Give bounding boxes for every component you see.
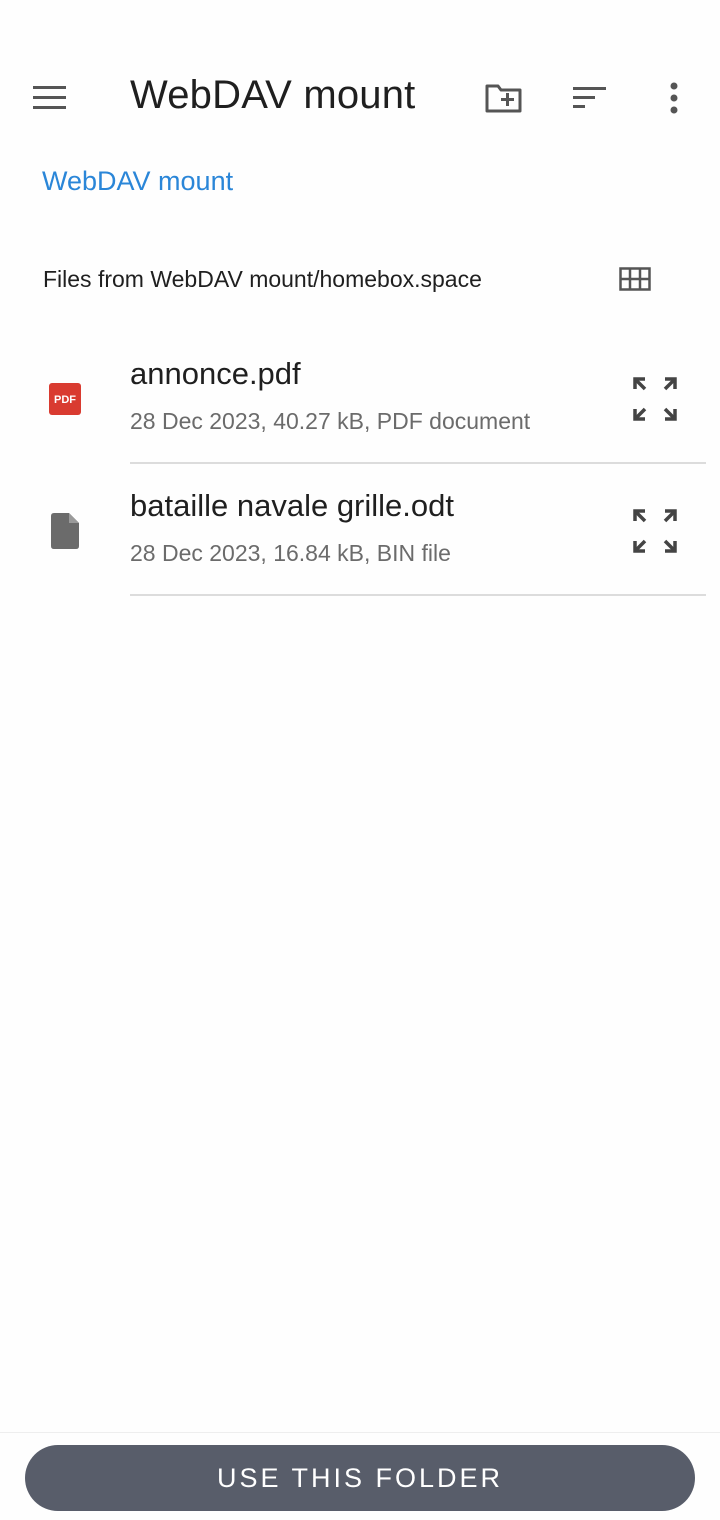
- grid-view-icon: [619, 267, 651, 291]
- create-folder-button[interactable]: [480, 74, 528, 122]
- sort-icon: [573, 87, 606, 108]
- expand-preview-button[interactable]: [628, 504, 682, 558]
- more-options-button[interactable]: [650, 74, 698, 122]
- expand-preview-button[interactable]: [628, 372, 682, 426]
- toolbar: WebDAV mount: [0, 60, 720, 136]
- list-item[interactable]: PDF annonce.pdf 28 Dec 2023, 40.27 kB, P…: [0, 332, 720, 464]
- page-title: WebDAV mount: [130, 73, 416, 117]
- file-name: annonce.pdf: [130, 356, 301, 391]
- file-name: bataille navale grille.odt: [130, 488, 454, 523]
- generic-file-icon: [42, 508, 88, 554]
- svg-text:PDF: PDF: [54, 394, 76, 406]
- create-new-folder-icon: [485, 84, 522, 113]
- more-vertical-icon: [670, 82, 678, 114]
- expand-preview-icon: [633, 377, 677, 421]
- row-divider: [130, 594, 706, 596]
- file-picker-screen: WebDAV mount WebDAV mount Files from Web…: [0, 0, 720, 1520]
- view-toggle-button[interactable]: [612, 256, 658, 302]
- file-list: PDF annonce.pdf 28 Dec 2023, 40.27 kB, P…: [0, 332, 720, 596]
- list-item[interactable]: bataille navale grille.odt 28 Dec 2023, …: [0, 464, 720, 596]
- use-this-folder-button[interactable]: USE THIS FOLDER: [25, 1445, 695, 1511]
- bottom-action-bar: USE THIS FOLDER: [0, 1432, 720, 1520]
- menu-icon: [33, 86, 66, 109]
- section-title: Files from WebDAV mount/homebox.space: [43, 266, 482, 292]
- pdf-file-icon: PDF: [42, 376, 88, 422]
- breadcrumb-root[interactable]: WebDAV mount: [42, 166, 233, 197]
- sort-button[interactable]: [566, 74, 614, 122]
- expand-preview-icon: [633, 509, 677, 553]
- file-details: 28 Dec 2023, 40.27 kB, PDF document: [130, 408, 531, 434]
- menu-button[interactable]: [26, 74, 74, 122]
- file-details: 28 Dec 2023, 16.84 kB, BIN file: [130, 540, 451, 566]
